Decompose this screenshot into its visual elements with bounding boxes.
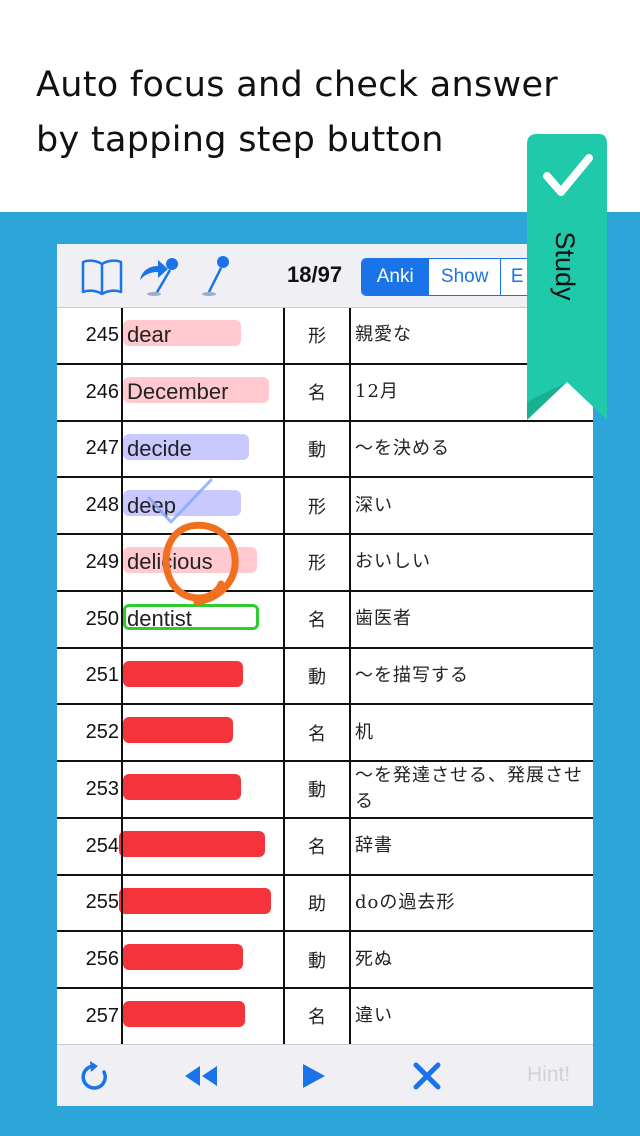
part-of-speech: 名 [308,610,326,632]
table-row[interactable]: 253 動 ～を発達させる、発展させる [57,762,593,819]
row-number: 247 [85,437,119,460]
row-number: 246 [85,380,119,403]
study-label: Study [550,231,580,301]
answer-mask[interactable] [123,1001,245,1027]
close-icon[interactable] [405,1055,449,1097]
answer-mask[interactable] [123,660,243,687]
table-row[interactable]: 255 助 doの過去形 [57,876,593,933]
column-divider [349,308,351,1044]
word-cell[interactable] [123,762,283,817]
table-row[interactable]: 256 動 死ぬ [57,932,593,989]
word-cell[interactable]: decide [123,422,283,477]
refresh-icon[interactable] [75,1055,115,1097]
row-number: 252 [85,721,119,744]
rewind-icon[interactable] [181,1055,221,1097]
part-of-speech: 名 [308,1007,326,1029]
row-number: 245 [85,323,119,346]
row-number: 257 [85,1004,119,1027]
table-row[interactable]: 250 dentist 名歯医者 [57,592,593,649]
word-text: December [127,379,229,405]
part-of-speech: 名 [308,723,326,745]
answer-mask[interactable] [123,944,243,971]
column-divider [283,308,285,1044]
word-text: decide [127,435,192,461]
word-table: 245 dear 形親愛な 246 December 名 12月 247 decide 動～を決め… [57,308,593,1046]
caption: Auto focus and check answer by tapping s… [36,58,596,168]
meaning: 深い [355,494,393,516]
meaning: ～を発達させる、発展させる [355,765,583,813]
part-of-speech: 助 [308,893,326,915]
table-row[interactable]: 254 名 辞書 [57,819,593,876]
meaning: ～を決める [355,437,450,459]
segment-anki[interactable]: Anki [362,259,430,295]
word-cell[interactable] [123,989,283,1044]
part-of-speech: 動 [308,780,326,802]
answer-mask[interactable] [123,774,241,800]
share-pin-icon[interactable] [135,254,183,298]
meaning: 違い [355,1005,393,1027]
meaning: 机 [355,721,374,743]
row-number: 251 [85,664,119,687]
column-divider [121,308,123,1044]
app-screen: 18/97 Anki Show E 245 dear 形親愛な 246 December… [57,244,593,1106]
progress-counter: 18/97 [287,262,343,287]
row-number: 255 [85,891,119,914]
part-of-speech: 動 [308,950,326,972]
top-toolbar: 18/97 Anki Show E [57,244,593,308]
word-cell[interactable] [119,876,283,931]
row-number: 253 [85,777,119,800]
part-of-speech: 形 [308,326,326,348]
caption-line-1: Auto focus and check answer [36,65,558,105]
table-row[interactable]: 245 dear 形親愛な [57,308,593,365]
part-of-speech: 動 [308,439,326,461]
answer-mask[interactable] [119,830,265,857]
meaning: 歯医者 [355,608,412,630]
meaning: doの過去形 [355,891,456,913]
word-text: dear [127,322,172,348]
row-number: 248 [85,494,119,517]
answer-mask[interactable] [123,717,233,744]
caption-line-2: by tapping step button [36,120,444,160]
word-cell[interactable] [123,649,283,704]
part-of-speech: 形 [308,496,326,518]
table-row[interactable]: 251 動 ～を描写する [57,649,593,706]
pin-icon[interactable] [197,254,237,298]
table-row[interactable]: 246 December 名 12月 [57,365,593,422]
part-of-speech: 動 [308,666,326,688]
answer-mask[interactable] [119,887,271,914]
word-cell[interactable]: dear [123,308,283,363]
row-number: 249 [85,550,119,573]
table-row[interactable]: 252 名 机 [57,705,593,762]
meaning: 辞書 [355,835,393,857]
word-cell[interactable] [123,932,283,987]
row-number: 256 [85,948,119,971]
circle-mark-icon [162,521,239,606]
meaning: ～を描写する [355,664,469,686]
play-icon[interactable] [293,1055,333,1097]
table-row[interactable]: 257 名 違い [57,989,593,1046]
part-of-speech: 形 [308,553,326,575]
table-row[interactable]: 248 deep 形深い [57,478,593,535]
table-row[interactable]: 249 delicious 形おいしい [57,535,593,592]
word-cell[interactable] [123,705,283,760]
book-icon[interactable] [79,254,125,298]
meaning: おいしい [355,551,431,573]
hint-button[interactable]: Hint! [527,1063,570,1087]
row-number: 254 [85,834,119,857]
part-of-speech: 名 [308,383,326,405]
word-cell[interactable]: December [123,365,283,420]
part-of-speech: 名 [308,837,326,859]
table-row[interactable]: 247 decide 動 ～を決める [57,422,593,479]
segment-show[interactable]: Show [429,259,501,295]
word-cell[interactable] [119,819,283,874]
row-number: 250 [85,607,119,630]
bottom-toolbar: Hint! [57,1044,593,1106]
meaning: 死ぬ [355,948,393,970]
